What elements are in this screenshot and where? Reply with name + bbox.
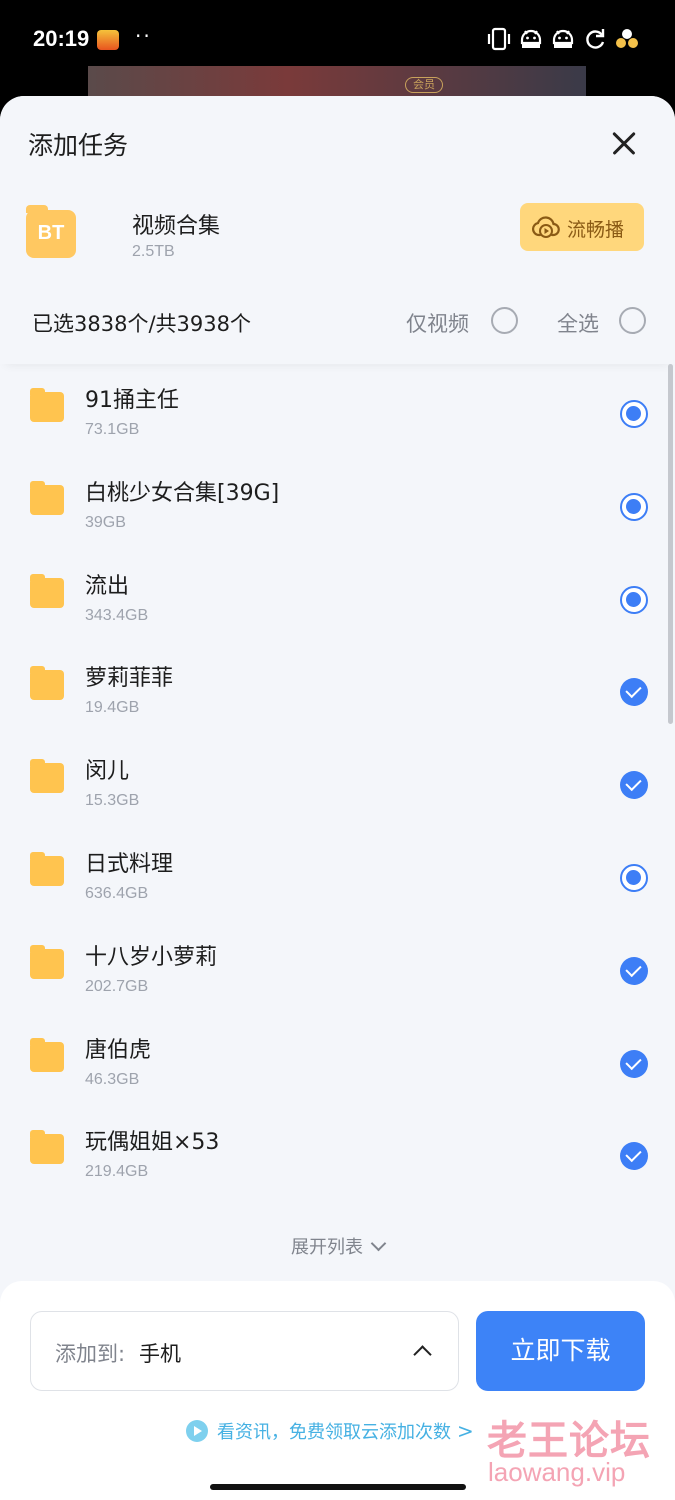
expand-list-button[interactable]: 展开列表 <box>0 1233 675 1259</box>
bt-icon-label: BT <box>37 222 65 244</box>
file-list: 91捅主任 73.1GB 白桃少女合集[39G] 39GB 流出 343.4GB… <box>0 364 675 1199</box>
android-icon <box>551 26 575 52</box>
video-only-label: 仅视频 <box>406 312 469 336</box>
smooth-play-button[interactable]: 流畅播 <box>520 203 644 251</box>
list-item[interactable]: 唐伯虎 46.3GB <box>0 1014 675 1107</box>
folder-icon <box>30 759 64 794</box>
checkmark-icon[interactable] <box>620 1049 648 1078</box>
list-item[interactable]: 91捅主任 73.1GB <box>0 364 675 457</box>
play-circle-icon <box>186 1420 208 1442</box>
chevron-down-icon <box>370 1235 387 1252</box>
folder-icon <box>30 944 64 979</box>
list-item[interactable]: 闵儿 15.3GB <box>0 735 675 828</box>
bt-file-icon: BT <box>26 205 76 258</box>
chevron-up-icon <box>413 1345 432 1364</box>
list-item[interactable]: 日式料理 636.4GB <box>0 828 675 921</box>
status-time: 20:19 <box>33 26 90 51</box>
file-size: 73.1GB <box>85 421 140 438</box>
file-size: 636.4GB <box>85 884 149 902</box>
smooth-play-label: 流畅播 <box>567 219 625 241</box>
file-name: 91捅主任 <box>85 388 179 413</box>
selected-radio-icon[interactable] <box>620 492 648 521</box>
file-size: 39GB <box>85 513 126 531</box>
app-cluster-icon <box>615 26 639 52</box>
video-only-radio[interactable] <box>491 307 518 334</box>
select-all-radio[interactable] <box>619 307 646 334</box>
download-now-button[interactable]: 立即下载 <box>476 1311 645 1391</box>
list-item[interactable]: 萝莉菲菲 19.4GB <box>0 642 675 735</box>
expand-list-label: 展开列表 <box>291 1237 363 1258</box>
status-dots: ·· <box>135 24 152 48</box>
file-name: 萝莉菲菲 <box>85 666 174 692</box>
destination-value: 手机 <box>139 1342 181 1366</box>
file-size: 19.4GB <box>85 699 140 717</box>
notification-app-icon <box>97 30 119 50</box>
watermark-url: laowang.vip <box>488 1457 626 1487</box>
file-size: 343.4GB <box>85 606 149 624</box>
folder-icon <box>30 1037 64 1072</box>
file-name: 闵儿 <box>85 759 130 785</box>
selected-radio-icon[interactable] <box>620 585 648 614</box>
android-icon <box>519 26 543 52</box>
cloud-play-icon <box>532 216 560 238</box>
list-item[interactable]: 白桃少女合集[39G] 39GB <box>0 457 675 550</box>
checkmark-icon[interactable] <box>620 771 648 800</box>
file-name: 白桃少女合集[39G] <box>85 480 280 506</box>
checkmark-icon[interactable] <box>620 956 648 985</box>
member-badge: 会员 <box>405 77 443 93</box>
file-name: 十八岁小萝莉 <box>85 944 218 970</box>
sheet-title: 添加任务 <box>28 131 129 160</box>
promo-text: 看资讯，免费领取云添加次数 <box>217 1422 451 1443</box>
folder-icon <box>30 388 64 422</box>
list-item[interactable]: 十八岁小萝莉 202.7GB <box>0 921 675 1014</box>
file-size: 202.7GB <box>85 977 149 995</box>
file-size: 219.4GB <box>85 1163 149 1181</box>
selected-radio-icon[interactable] <box>620 863 648 892</box>
sheet-header: 添加任务 BT 视频合集 2.5TB 流畅播 已选3838个/共3938个 仅视… <box>0 96 675 364</box>
file-name: 玩偶姐姐×53 <box>85 1130 220 1156</box>
torrent-size: 2.5TB <box>132 243 175 260</box>
file-name: 流出 <box>85 573 130 599</box>
promo-arrow: > <box>457 1419 474 1443</box>
destination-prefix: 添加到: <box>55 1342 126 1366</box>
list-scrollbar[interactable] <box>668 364 673 724</box>
file-name: 日式料理 <box>85 851 174 877</box>
destination-select[interactable]: 添加到: 手机 <box>30 1311 459 1391</box>
close-button[interactable] <box>606 126 642 162</box>
checkmark-icon[interactable] <box>620 678 648 707</box>
torrent-name: 视频合集 <box>132 214 221 239</box>
folder-icon <box>30 851 64 886</box>
home-indicator[interactable] <box>210 1484 466 1490</box>
folder-icon <box>30 480 64 515</box>
selection-count: 已选3838个/共3938个 <box>32 312 251 336</box>
selected-radio-icon[interactable] <box>620 400 648 428</box>
file-name: 唐伯虎 <box>85 1037 152 1063</box>
sync-icon <box>583 26 607 52</box>
folder-icon <box>30 666 64 701</box>
file-size: 15.3GB <box>85 792 140 810</box>
folder-icon <box>30 1130 64 1165</box>
select-all-label: 全选 <box>557 312 599 336</box>
checkmark-icon[interactable] <box>620 1142 648 1171</box>
status-icons <box>487 26 639 52</box>
list-item[interactable]: 流出 343.4GB <box>0 550 675 643</box>
folder-icon <box>30 573 64 608</box>
file-size: 46.3GB <box>85 1070 140 1088</box>
add-task-sheet: 添加任务 BT 视频合集 2.5TB 流畅播 已选3838个/共3938个 仅视… <box>0 96 675 1500</box>
vibrate-icon <box>487 26 511 52</box>
list-item[interactable]: 玩偶姐姐×53 219.4GB <box>0 1106 675 1199</box>
promo-link[interactable]: 看资讯，免费领取云添加次数 > <box>186 1418 474 1444</box>
